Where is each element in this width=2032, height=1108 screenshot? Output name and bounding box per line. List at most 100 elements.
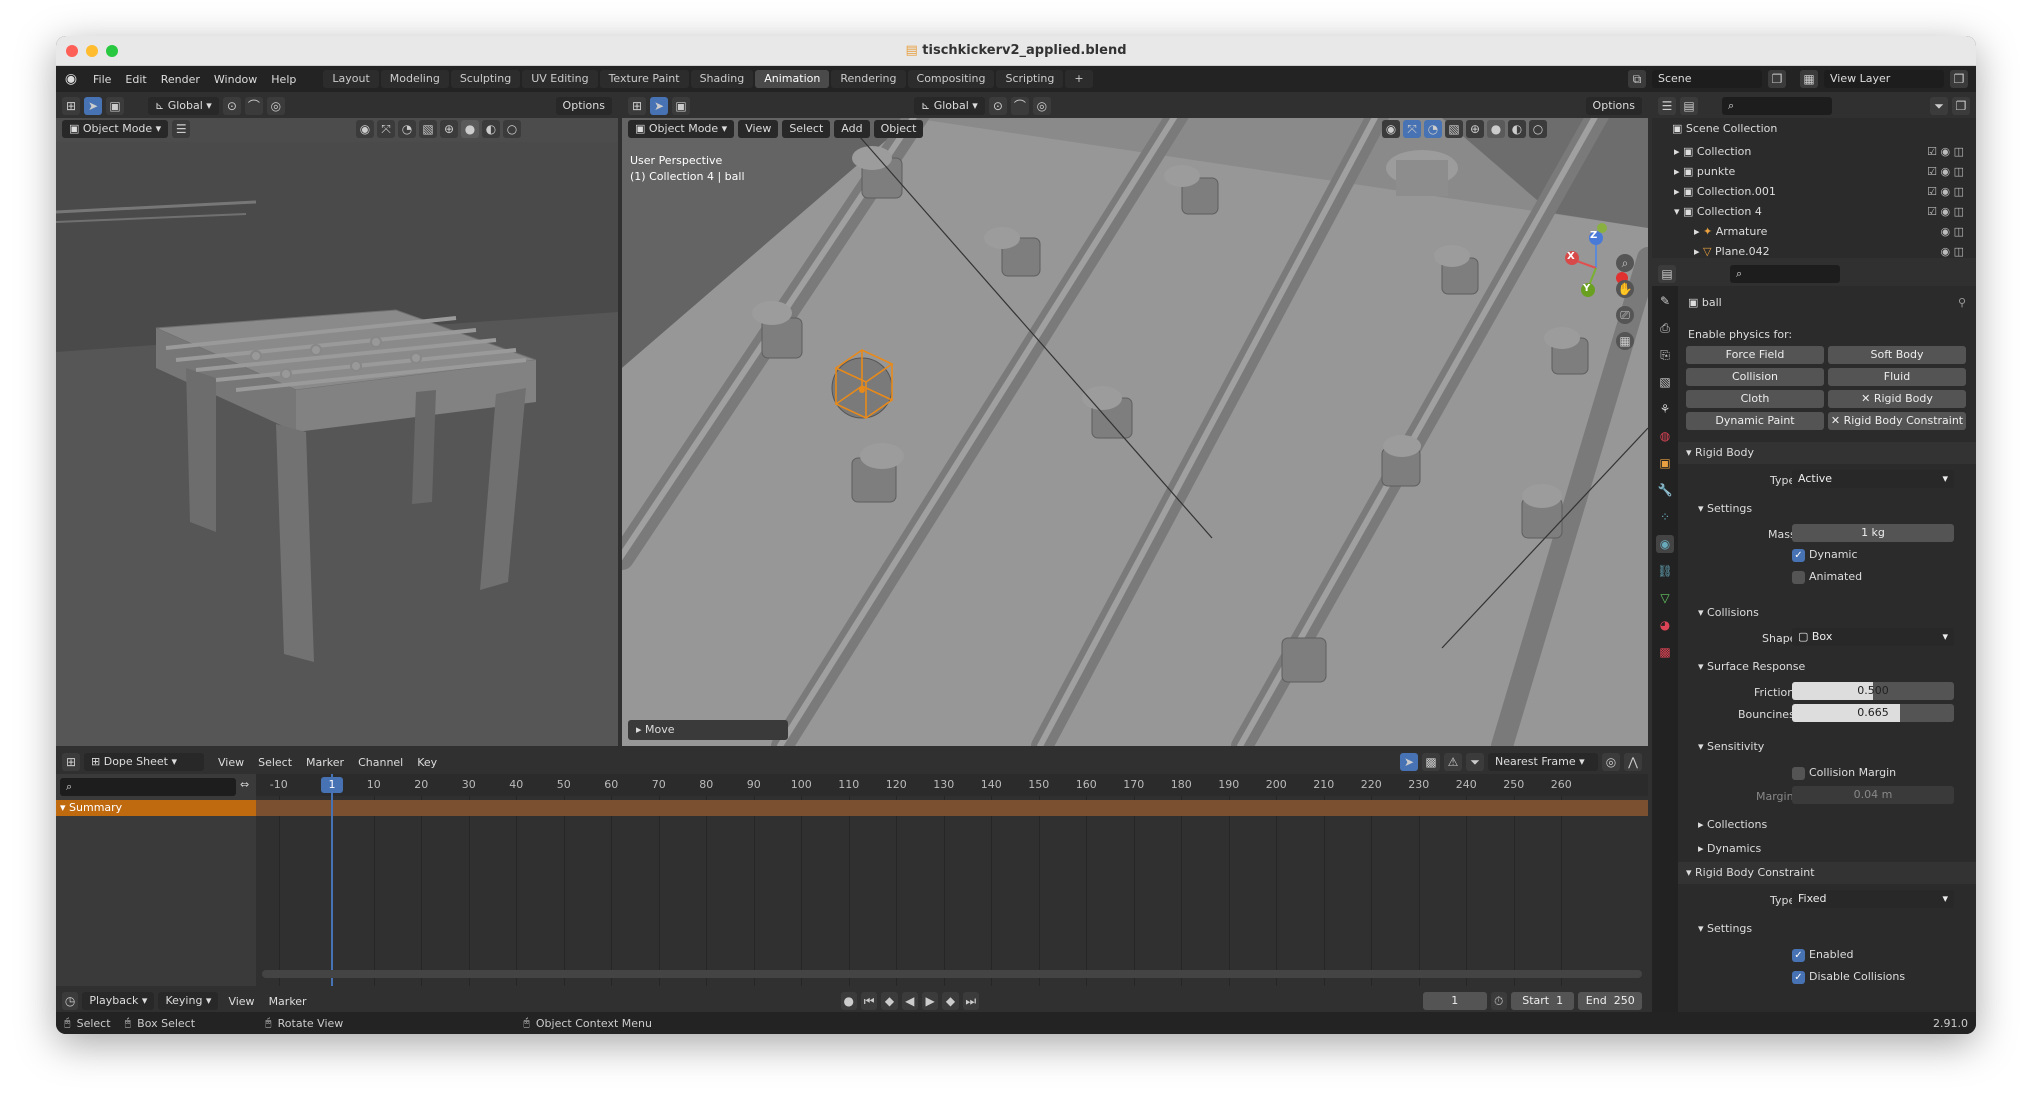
tab-animation[interactable]: Animation — [755, 70, 830, 88]
outliner-editor-icon[interactable]: ☰ — [1658, 97, 1676, 115]
ds-menu-channel[interactable]: Channel — [358, 756, 403, 769]
filters-icon[interactable]: ⏷ — [1466, 753, 1484, 771]
tab-compositing[interactable]: Compositing — [907, 70, 995, 88]
ds-menu-key[interactable]: Key — [417, 756, 437, 769]
modifier-tab-icon[interactable]: 🔧 — [1656, 481, 1674, 499]
main-mode-selector[interactable]: ▣ Object Mode ▾ — [628, 120, 735, 138]
editor-type-icon[interactable]: ⊞ — [628, 97, 646, 115]
select-mode-icon[interactable]: ▣ — [672, 97, 690, 115]
view-layer-tab-icon[interactable]: ▧ — [1656, 373, 1674, 391]
playhead[interactable] — [331, 774, 333, 986]
jump-end-icon[interactable]: ⏭ — [962, 992, 979, 1010]
data-tab-icon[interactable]: ▽ — [1656, 589, 1674, 607]
clock-icon[interactable]: ◷ — [62, 992, 79, 1010]
show-hidden-icon[interactable]: ▩ — [1422, 753, 1440, 771]
tab-uv-editing[interactable]: UV Editing — [522, 70, 598, 88]
snap-icon[interactable]: ⌒ — [1010, 97, 1029, 115]
menu-file[interactable]: File — [86, 73, 118, 86]
zoom-icon[interactable]: ⌕ — [1616, 254, 1634, 272]
dynamics-subpanel[interactable]: ▸ Dynamics — [1678, 838, 1976, 860]
new-scene-icon[interactable]: ❐ — [1768, 70, 1786, 88]
enabled-checkbox[interactable]: ✓ Enabled — [1792, 948, 1853, 962]
tab-rendering[interactable]: Rendering — [831, 70, 906, 88]
new-view-layer-icon[interactable]: ❐ — [1950, 70, 1968, 88]
force-field-button[interactable]: Force Field — [1686, 346, 1824, 364]
ds-menu-view[interactable]: View — [218, 756, 244, 769]
select-tool-icon[interactable]: ➤ — [84, 97, 102, 115]
pivot-icon[interactable]: ⊙ — [988, 97, 1007, 115]
summary-channel[interactable]: ▾ Summary — [56, 800, 256, 816]
rigid-body-constraint-panel-header[interactable]: ▾ Rigid Body Constraint — [1678, 862, 1976, 884]
main-3d-viewport[interactable]: ⊞ ➤ ▣ ⊾ Global ▾ ⊙ ⌒ ◎ Options ▣ Object … — [622, 94, 1648, 746]
view-layer-selector[interactable]: View Layer — [1824, 70, 1944, 88]
gizmo-icon[interactable]: ⤧ — [377, 120, 395, 138]
properties-editor-icon[interactable]: ▤ — [1658, 265, 1676, 283]
end-frame-field[interactable]: End 250 — [1578, 992, 1643, 1010]
start-frame-field[interactable]: Start 1 — [1510, 992, 1575, 1010]
blender-logo-icon[interactable]: ◉ — [56, 71, 86, 87]
transform-orientation[interactable]: ⊾ Global ▾ — [148, 97, 219, 115]
jump-start-icon[interactable]: ⏮ — [860, 992, 878, 1010]
menu-select[interactable]: Select — [782, 120, 831, 138]
tab-shading[interactable]: Shading — [690, 70, 754, 88]
main-options-button[interactable]: Options — [1585, 97, 1642, 115]
horizontal-scrollbar[interactable] — [262, 970, 1642, 978]
properties-search[interactable]: ⌕ — [1730, 265, 1840, 283]
disable-collisions-checkbox[interactable]: ✓ Disable Collisions — [1792, 970, 1905, 984]
wireframe-shading-icon[interactable]: ⊕ — [440, 120, 458, 138]
display-mode-icon[interactable]: ▤ — [1680, 97, 1698, 115]
select-mode-icon[interactable]: ▣ — [106, 97, 124, 115]
record-icon[interactable]: ● — [840, 992, 857, 1010]
main-viewport-canvas[interactable]: Z X Y — [622, 118, 1648, 746]
stopwatch-icon[interactable]: ⏱ — [1490, 992, 1507, 1010]
visibility-icon[interactable]: ◉ — [1382, 120, 1400, 138]
cloth-button[interactable]: Cloth — [1686, 390, 1824, 408]
only-selected-icon[interactable]: ➤ — [1400, 753, 1418, 771]
menu-add[interactable]: Add — [834, 120, 870, 138]
render-shading-icon[interactable]: ○ — [503, 120, 521, 138]
scene-tab-icon[interactable]: ⚘ — [1656, 400, 1674, 418]
select-tool-icon[interactable]: ➤ — [650, 97, 668, 115]
left-viewport-canvas[interactable] — [56, 142, 618, 746]
world-tab-icon[interactable]: ◍ — [1656, 427, 1674, 445]
next-keyframe-icon[interactable]: ◆ — [942, 992, 959, 1010]
menu-render[interactable]: Render — [154, 73, 207, 86]
visibility-toggles[interactable]: ◉ ◫ — [1941, 222, 1965, 242]
tab-texture-paint[interactable]: Texture Paint — [599, 70, 689, 88]
dope-sheet-mode-selector[interactable]: ⊞ Dope Sheet ▾ — [84, 753, 204, 771]
collections-subpanel[interactable]: ▸ Collections — [1678, 814, 1976, 836]
outliner-search[interactable]: ⌕ — [1722, 97, 1832, 115]
particles-tab-icon[interactable]: ⁘ — [1656, 508, 1674, 526]
render-tab-icon[interactable]: ⎙ — [1656, 319, 1674, 337]
tl-menu-marker[interactable]: Marker — [269, 995, 307, 1008]
friction-slider[interactable]: 0.500 — [1792, 682, 1954, 700]
left-options-button[interactable]: Options — [555, 97, 612, 115]
keying-menu[interactable]: Keying ▾ — [158, 992, 219, 1010]
tool-tab-icon[interactable]: ✎ — [1656, 292, 1674, 310]
tab-sculpting[interactable]: Sculpting — [450, 70, 521, 88]
fluid-button[interactable]: Fluid — [1828, 368, 1966, 386]
tab-layout[interactable]: Layout — [323, 70, 379, 88]
menu-object[interactable]: Object — [873, 120, 924, 138]
outliner-item[interactable]: ▾ ▣ Collection 4 ☑ ◉ ◫ — [1674, 202, 1970, 222]
solid-shading-icon[interactable]: ● — [1487, 120, 1505, 138]
rigid-body-constraint-button[interactable]: ✕ Rigid Body Constraint — [1828, 412, 1966, 430]
camera-icon[interactable]: ⎚ — [1616, 306, 1634, 324]
new-collection-icon[interactable]: ❐ — [1952, 97, 1970, 115]
main-transform-orientation[interactable]: ⊾ Global ▾ — [914, 97, 985, 115]
physics-tab-icon[interactable]: ◉ — [1656, 535, 1674, 553]
settings-subpanel[interactable]: ▾ Settings — [1678, 498, 1976, 520]
rigid-body-button[interactable]: ✕ Rigid Body — [1828, 390, 1966, 408]
pin-icon[interactable]: ⚲ — [1958, 296, 1966, 309]
visibility-toggles[interactable]: ☑ ◉ ◫ — [1927, 162, 1964, 182]
collision-margin-checkbox[interactable]: Collision Margin — [1792, 766, 1896, 780]
falloff-icon[interactable]: ⋀ — [1624, 753, 1642, 771]
ds-menu-marker[interactable]: Marker — [306, 756, 344, 769]
proportional-icon[interactable]: ◎ — [1602, 753, 1620, 771]
menu-help[interactable]: Help — [264, 73, 303, 86]
bounciness-slider[interactable]: 0.665 — [1792, 704, 1954, 722]
snap-icon[interactable]: ⌒ — [244, 97, 263, 115]
outliner-item[interactable]: ▸ ▣ Collection ☑ ◉ ◫ — [1674, 142, 1970, 162]
outliner-item[interactable]: ▸ ▣ punkte ☑ ◉ ◫ — [1674, 162, 1970, 182]
scene-selector[interactable]: Scene — [1652, 70, 1762, 88]
